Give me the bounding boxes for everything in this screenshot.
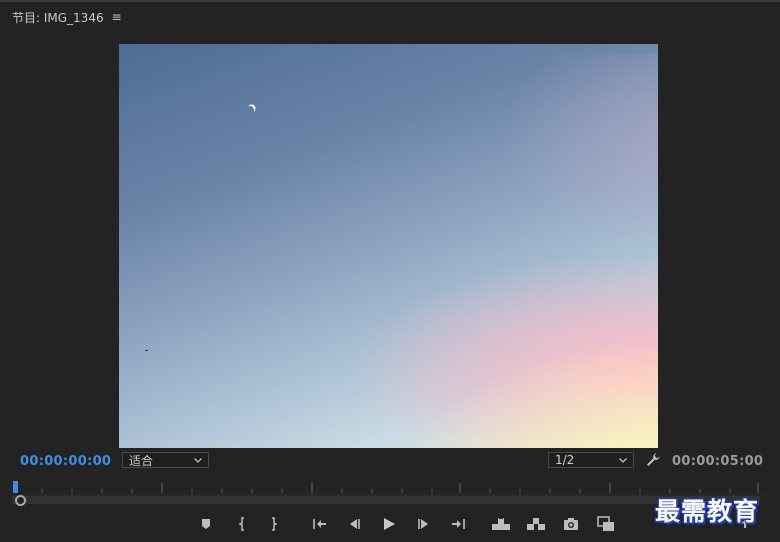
go-to-in-button[interactable]	[310, 514, 330, 534]
current-timecode[interactable]: 00:00:00:00	[20, 454, 111, 469]
step-back-icon	[350, 519, 360, 529]
go-to-in-icon	[313, 519, 326, 529]
compare-view-button[interactable]	[596, 514, 616, 534]
chevron-down-icon	[619, 458, 627, 463]
play-button[interactable]	[379, 514, 399, 534]
mark-out-button[interactable]	[264, 514, 284, 534]
lift-button[interactable]	[491, 514, 511, 534]
moon-crescent	[245, 105, 255, 115]
zoom-dropdown-value: 适合	[129, 453, 154, 468]
wrench-settings-icon[interactable]	[645, 452, 661, 468]
panel-header: 节目: IMG_1346 ≡	[12, 8, 122, 26]
playhead-marker[interactable]	[13, 481, 18, 493]
program-monitor-frame[interactable]	[119, 44, 658, 448]
panel-title[interactable]: 节目: IMG_1346	[12, 9, 104, 26]
go-to-out-button[interactable]	[448, 514, 468, 534]
chevron-down-icon	[194, 458, 202, 463]
camera-icon	[564, 518, 578, 530]
lift-icon	[492, 516, 510, 530]
resolution-dropdown[interactable]: 1/2	[548, 452, 634, 468]
mark-in-icon	[238, 517, 244, 531]
mark-in-button[interactable]	[232, 514, 252, 534]
extract-icon	[527, 518, 545, 530]
export-frame-button[interactable]	[561, 514, 581, 534]
bird-speck	[145, 350, 148, 351]
sky-sunlight-glow	[419, 344, 658, 448]
add-marker-button[interactable]	[196, 514, 216, 534]
watermark-logo: 最需教育	[655, 497, 760, 526]
resolution-dropdown-value: 1/2	[555, 453, 575, 467]
extract-button[interactable]	[526, 514, 546, 534]
step-back-button[interactable]	[344, 514, 364, 534]
go-to-out-icon	[452, 519, 465, 529]
play-icon	[384, 518, 395, 530]
hamburger-menu-icon[interactable]: ≡	[112, 10, 122, 24]
zoom-scroll-handle[interactable]	[15, 495, 26, 506]
sky-cloud-glow	[499, 54, 658, 254]
panel-top-border	[0, 0, 780, 2]
step-forward-icon	[418, 519, 428, 529]
zoom-dropdown[interactable]: 适合	[122, 452, 209, 468]
compare-view-icon	[597, 516, 614, 531]
step-forward-button[interactable]	[414, 514, 434, 534]
playback-scrub-bar[interactable]	[12, 496, 760, 504]
add-marker-icon	[202, 519, 210, 529]
mark-out-icon	[272, 517, 278, 531]
duration-timecode: 00:00:05:00	[672, 454, 764, 469]
